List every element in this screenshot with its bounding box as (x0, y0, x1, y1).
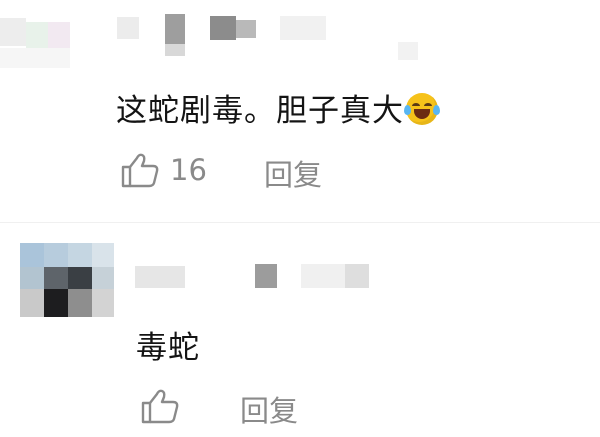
comment-text: 毒蛇 (136, 330, 200, 366)
divider (0, 222, 600, 223)
username-blurred[interactable] (110, 10, 418, 60)
like-button[interactable]: 16 (120, 150, 207, 190)
like-count: 16 (170, 153, 207, 187)
like-button[interactable] (140, 386, 180, 426)
avatar[interactable] (20, 243, 114, 317)
username-blurred[interactable] (135, 262, 375, 292)
comment-text-content: 这蛇剧毒。胆子真大 (116, 93, 404, 129)
reply-button[interactable]: 回复 (240, 388, 298, 430)
reply-button[interactable]: 回复 (264, 152, 322, 194)
thumbs-up-icon (140, 386, 180, 426)
thumbs-up-icon (120, 150, 160, 190)
comment-text: 这蛇剧毒。胆子真大 (116, 85, 440, 130)
avatar[interactable] (0, 0, 92, 82)
rolling-on-the-floor-laughing-emoji-icon (404, 93, 440, 125)
